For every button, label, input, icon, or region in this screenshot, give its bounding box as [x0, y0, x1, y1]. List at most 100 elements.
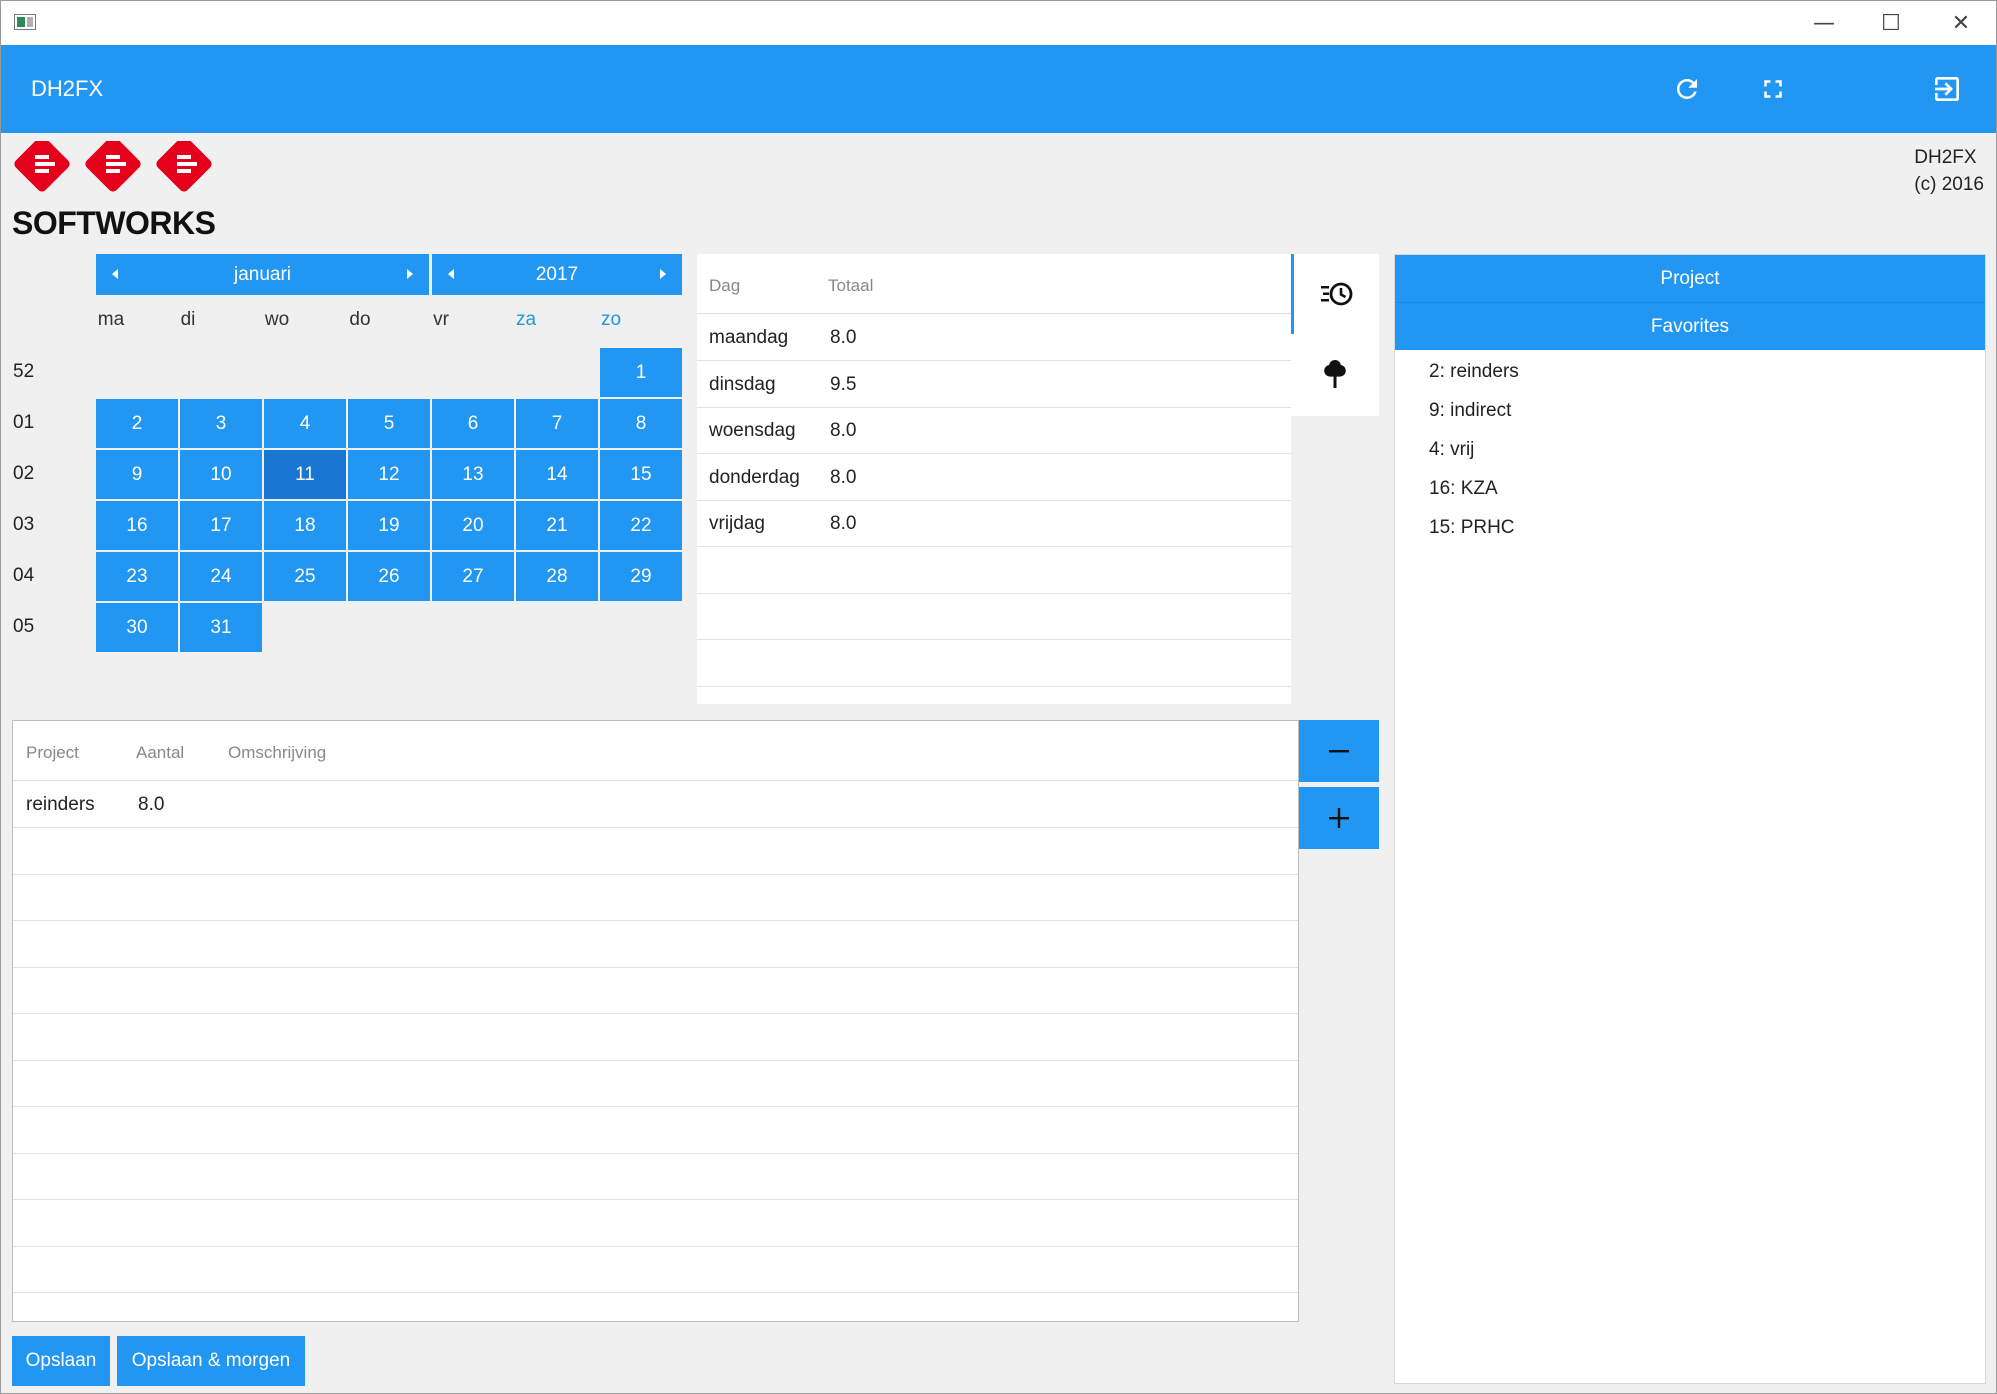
calendar-day[interactable]: 16: [96, 501, 178, 550]
app-window: — ☐ ✕ DH2FX SOFTWORKS DH2FX (c) 2016 jan…: [0, 0, 1997, 1394]
favorite-item[interactable]: 9: indirect: [1429, 400, 1511, 422]
table-row-empty: [13, 1015, 1298, 1061]
column-header-totaal[interactable]: Totaal: [828, 254, 873, 318]
week-number: 01: [13, 412, 35, 433]
calendar-day[interactable]: 3: [180, 399, 262, 448]
table-row-empty: [13, 1108, 1298, 1154]
favorites-header[interactable]: Favorites: [1395, 303, 1985, 350]
add-entry-button[interactable]: [1299, 787, 1379, 849]
refresh-button[interactable]: [1661, 63, 1713, 115]
weekday-header: ma: [97, 309, 125, 330]
tree-button[interactable]: [1291, 334, 1379, 414]
calendar-day[interactable]: 23: [96, 552, 178, 601]
calendar-day[interactable]: 30: [96, 603, 178, 652]
next-year-icon[interactable]: [660, 269, 666, 279]
calendar-day[interactable]: 15: [600, 450, 682, 499]
calendar-day-selected[interactable]: 11: [264, 450, 346, 499]
save-and-tomorrow-button[interactable]: Opslaan & morgen: [117, 1336, 305, 1386]
favorite-item[interactable]: 4: vrij: [1429, 439, 1474, 461]
project-header[interactable]: Project: [1395, 255, 1985, 302]
table-row-empty: [697, 548, 1291, 594]
entries-table: Project Aantal Omschrijving reinders 8.0: [12, 720, 1299, 1322]
weekday-header: di: [180, 309, 196, 330]
column-header-dag[interactable]: Dag: [709, 254, 740, 318]
table-cell: 8.0: [830, 327, 857, 348]
favorite-item[interactable]: 15: PRHC: [1429, 517, 1515, 539]
table-row[interactable]: dinsdag 9.5: [697, 362, 1291, 408]
week-number: 02: [13, 463, 35, 484]
favorite-item[interactable]: 2: reinders: [1429, 361, 1519, 383]
calendar-day[interactable]: 22: [600, 501, 682, 550]
table-row-empty: [13, 1201, 1298, 1247]
save-button[interactable]: Opslaan: [12, 1336, 110, 1386]
column-header-project[interactable]: Project: [26, 721, 79, 785]
week-number: 52: [13, 361, 35, 382]
table-row[interactable]: maandag 8.0: [697, 315, 1291, 361]
favorite-item[interactable]: 16: KZA: [1429, 478, 1498, 500]
close-button[interactable]: ✕: [1926, 1, 1996, 45]
month-label: januari: [233, 264, 292, 285]
weekday-header: wo: [264, 309, 290, 330]
day-totals-header: Dag Totaal: [697, 254, 1291, 314]
calendar-day[interactable]: 10: [180, 450, 262, 499]
table-cell: donderdag: [709, 467, 800, 488]
table-row[interactable]: reinders 8.0: [13, 782, 1298, 828]
calendar-day[interactable]: 21: [516, 501, 598, 550]
fullscreen-button[interactable]: [1747, 63, 1799, 115]
calendar-day[interactable]: 12: [348, 450, 430, 499]
remove-entry-button[interactable]: [1299, 720, 1379, 782]
table-cell: 9.5: [830, 374, 857, 395]
calendar-day[interactable]: 19: [348, 501, 430, 550]
copyright: DH2FX (c) 2016: [1914, 144, 1984, 198]
calendar-day[interactable]: 26: [348, 552, 430, 601]
exit-button[interactable]: [1921, 63, 1973, 115]
column-header-aantal[interactable]: Aantal: [136, 721, 184, 785]
entries-header: Project Aantal Omschrijving: [13, 721, 1298, 781]
next-month-icon[interactable]: [407, 269, 413, 279]
table-row[interactable]: woensdag 8.0: [697, 408, 1291, 454]
exit-icon: [1935, 77, 1959, 101]
minus-icon: [1329, 750, 1349, 753]
refresh-icon: [1676, 78, 1697, 99]
minimize-button[interactable]: —: [1789, 1, 1859, 45]
table-row-empty: [13, 922, 1298, 968]
calendar-day[interactable]: 20: [432, 501, 514, 550]
calendar-day[interactable]: 25: [264, 552, 346, 601]
table-cell: 8.0: [830, 513, 857, 534]
calendar-day[interactable]: 6: [432, 399, 514, 448]
calendar-day[interactable]: 24: [180, 552, 262, 601]
calendar-day[interactable]: 7: [516, 399, 598, 448]
calendar-day[interactable]: 5: [348, 399, 430, 448]
app-icon: [14, 14, 36, 30]
table-row-empty: [13, 968, 1298, 1014]
history-button[interactable]: [1291, 254, 1379, 334]
calendar-day[interactable]: 14: [516, 450, 598, 499]
maximize-button[interactable]: ☐: [1856, 1, 1926, 45]
table-cell: 8.0: [830, 420, 857, 441]
os-titlebar: — ☐ ✕: [1, 1, 1996, 45]
table-cell: woensdag: [709, 420, 796, 441]
table-row[interactable]: vrijdag 8.0: [697, 501, 1291, 547]
calendar-day[interactable]: 31: [180, 603, 262, 652]
column-header-omschrijving[interactable]: Omschrijving: [228, 721, 326, 785]
logo-text: SOFTWORKS: [12, 205, 216, 241]
calendar-day[interactable]: 9: [96, 450, 178, 499]
weekday-header: vr: [433, 309, 449, 330]
calendar-day[interactable]: 28: [516, 552, 598, 601]
calendar-day[interactable]: 8: [600, 399, 682, 448]
calendar-day[interactable]: 27: [432, 552, 514, 601]
year-selector: 2017: [432, 254, 682, 295]
table-cell: reinders: [26, 794, 95, 815]
calendar-day[interactable]: 18: [264, 501, 346, 550]
app-title: DH2FX: [31, 76, 104, 101]
calendar-day[interactable]: 2: [96, 399, 178, 448]
calendar-day[interactable]: 4: [264, 399, 346, 448]
table-row[interactable]: donderdag 8.0: [697, 455, 1291, 501]
logo-mark-icon: [14, 141, 212, 192]
calendar-day[interactable]: 29: [600, 552, 682, 601]
history-icon: [1320, 282, 1352, 306]
calendar-day[interactable]: 17: [180, 501, 262, 550]
calendar-day[interactable]: 13: [432, 450, 514, 499]
calendar-day[interactable]: 1: [600, 348, 682, 397]
table-cell: 8.0: [830, 467, 857, 488]
